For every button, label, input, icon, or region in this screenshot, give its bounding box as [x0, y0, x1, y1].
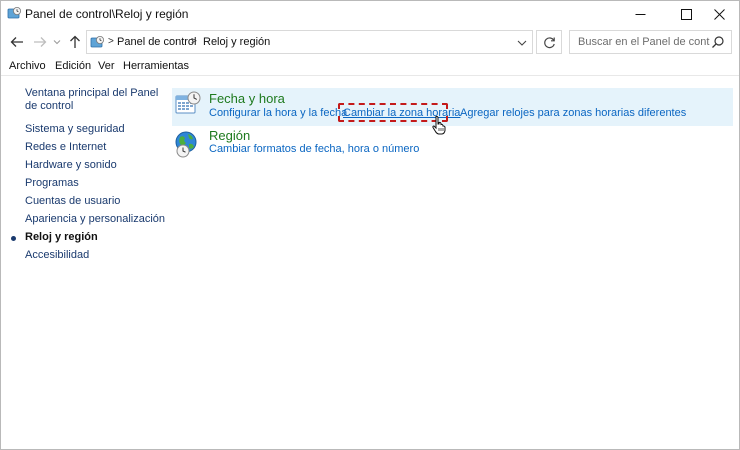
- menu-edicion[interactable]: Edición: [55, 60, 91, 72]
- chevron-down-icon: [517, 40, 527, 46]
- arrow-left-icon: [10, 37, 23, 47]
- refresh-button[interactable]: [536, 30, 562, 54]
- back-button[interactable]: [8, 33, 26, 51]
- hand-cursor-icon: [431, 115, 447, 135]
- sidebar-item-accesibilidad[interactable]: Accesibilidad: [25, 249, 89, 261]
- category-title-region[interactable]: Región: [209, 128, 250, 143]
- control-panel-icon: [90, 35, 105, 50]
- up-button[interactable]: [66, 33, 84, 51]
- sidebar-item-redes-e-internet[interactable]: Redes e Internet: [25, 141, 106, 153]
- category-title-fecha-y-hora[interactable]: Fecha y hora: [209, 91, 285, 106]
- control-panel-icon: [7, 6, 22, 21]
- window-title: Panel de control\Reloj y región: [25, 7, 189, 21]
- link-configurar-hora-fecha[interactable]: Configurar la hora y la fecha: [209, 107, 347, 119]
- search-input[interactable]: [570, 31, 710, 53]
- search-box[interactable]: [569, 30, 732, 54]
- category-fecha-y-hora: Fecha y hora Configurar la hora y la fec…: [172, 88, 733, 126]
- globe-clock-icon[interactable]: [174, 130, 202, 158]
- calendar-clock-icon[interactable]: [174, 91, 202, 119]
- recent-locations-button[interactable]: [51, 33, 63, 51]
- breadcrumb-reloj-y-region[interactable]: Reloj y región: [203, 36, 270, 48]
- minimize-icon: [635, 13, 645, 15]
- menu-ver[interactable]: Ver: [98, 60, 115, 72]
- search-icon[interactable]: [711, 35, 727, 51]
- menu-archivo[interactable]: Archivo: [9, 60, 46, 72]
- sidebar-home-link[interactable]: Ventana principal del Panel de control: [25, 87, 159, 113]
- sidebar-item-sistema-y-seguridad[interactable]: Sistema y seguridad: [25, 123, 125, 135]
- title-bar: Panel de control\Reloj y región: [1, 1, 739, 27]
- breadcrumb-separator[interactable]: >: [108, 36, 114, 47]
- active-bullet: [11, 236, 16, 241]
- navigation-bar: > Panel de control > Reloj y región: [1, 28, 739, 56]
- arrow-right-icon: [34, 37, 47, 47]
- sidebar-item-hardware-y-sonido[interactable]: Hardware y sonido: [25, 159, 117, 171]
- arrow-up-icon: [70, 35, 80, 48]
- refresh-icon: [543, 36, 555, 48]
- address-history-button[interactable]: [515, 36, 529, 50]
- sidebar-item-reloj-y-region[interactable]: Reloj y región: [25, 231, 98, 243]
- menu-bar: Archivo Edición Ver Herramientas: [1, 59, 739, 76]
- link-agregar-relojes[interactable]: Agregar relojes para zonas horarias dife…: [460, 107, 686, 119]
- close-icon: [713, 8, 725, 20]
- minimize-button[interactable]: [617, 1, 663, 27]
- maximize-icon: [680, 8, 692, 20]
- breadcrumb-separator[interactable]: >: [191, 36, 197, 47]
- link-cambiar-formatos[interactable]: Cambiar formatos de fecha, hora o número: [209, 143, 419, 155]
- address-bar[interactable]: > Panel de control > Reloj y región: [86, 30, 533, 54]
- sidebar-item-apariencia[interactable]: Apariencia y personalización: [25, 213, 165, 225]
- close-button[interactable]: [699, 1, 739, 27]
- menu-herramientas[interactable]: Herramientas: [123, 60, 189, 72]
- control-panel-window: Panel de control\Reloj y región > Panel …: [0, 0, 740, 450]
- category-region: Región Cambiar formatos de fecha, hora o…: [172, 127, 733, 159]
- forward-button[interactable]: [31, 33, 49, 51]
- sidebar-item-cuentas-de-usuario[interactable]: Cuentas de usuario: [25, 195, 120, 207]
- sidebar: Ventana principal del Panel de control S…: [1, 79, 165, 449]
- chevron-down-icon: [53, 40, 61, 45]
- sidebar-item-programas[interactable]: Programas: [25, 177, 79, 189]
- breadcrumb-panel-de-control[interactable]: Panel de control: [117, 36, 197, 48]
